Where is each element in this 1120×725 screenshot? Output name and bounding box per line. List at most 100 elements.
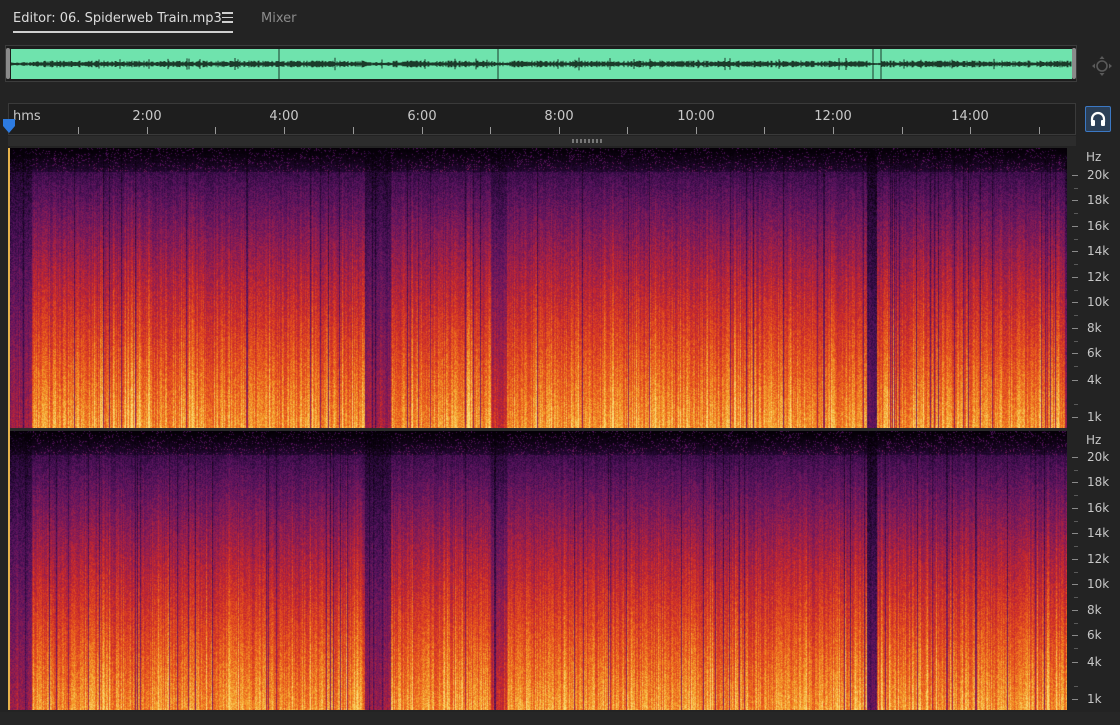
frequency-tick	[1072, 200, 1078, 201]
frequency-label: 18k	[1087, 475, 1110, 489]
frequency-tick	[1072, 226, 1078, 227]
frequency-tick	[1072, 457, 1078, 458]
frequency-minor-tick	[1074, 341, 1078, 342]
frequency-unit-label: Hz	[1086, 433, 1102, 447]
frequency-label: 4k	[1087, 655, 1102, 669]
frequency-minor-tick	[1074, 521, 1078, 522]
overview-left-handle[interactable]	[6, 48, 10, 79]
frequency-minor-tick	[1074, 470, 1078, 471]
frequency-minor-tick	[1074, 495, 1078, 496]
frequency-tick	[1072, 584, 1078, 585]
frequency-tick	[1072, 251, 1078, 252]
frequency-label: 1k	[1087, 692, 1102, 706]
frequency-minor-tick	[1074, 623, 1078, 624]
frequency-tick	[1072, 277, 1078, 278]
ruler-label: 12:00	[814, 109, 852, 124]
frequency-unit-label: Hz	[1086, 150, 1102, 164]
time-ruler[interactable]: hms 2:00 4:00 6:00 8:00 10:00 12:00 14:0…	[8, 103, 1076, 135]
panel-splitter[interactable]	[8, 136, 1076, 146]
frequency-tick	[1072, 559, 1078, 560]
frequency-minor-tick	[1074, 597, 1078, 598]
frequency-tick	[1072, 417, 1078, 418]
ruler-label: 2:00	[132, 109, 162, 124]
frequency-minor-tick	[1074, 315, 1078, 316]
overview-waveform[interactable]	[5, 45, 1077, 82]
frequency-minor-tick	[1074, 546, 1078, 547]
overview-right-handle[interactable]	[1072, 48, 1076, 79]
frequency-tick	[1072, 380, 1078, 381]
frequency-label: 14k	[1087, 526, 1110, 540]
frequency-minor-tick	[1074, 648, 1078, 649]
ruler-label: 10:00	[677, 109, 715, 124]
overview-waveform-graphic	[10, 49, 1072, 79]
frequency-label: 8k	[1087, 321, 1102, 335]
spectrogram-canvas	[10, 431, 1067, 710]
frequency-tick	[1072, 302, 1078, 303]
frequency-tick	[1072, 508, 1078, 509]
ruler-label: 8:00	[544, 109, 574, 124]
ruler-tick	[78, 127, 79, 134]
frequency-tick	[1072, 353, 1078, 354]
ruler-tick	[284, 127, 285, 134]
ruler-label: 6:00	[407, 109, 437, 124]
frequency-label: 4k	[1087, 373, 1102, 387]
frequency-label: 6k	[1087, 346, 1102, 360]
ruler-tick	[147, 127, 148, 134]
bottom-scroll-area[interactable]	[0, 712, 1120, 725]
ruler-tick	[490, 127, 491, 134]
headphones-icon[interactable]	[1085, 106, 1111, 132]
tab-mixer[interactable]: Mixer	[261, 11, 296, 26]
frequency-minor-tick	[1074, 213, 1078, 214]
frequency-label: 14k	[1087, 244, 1110, 258]
frequency-label: 16k	[1087, 501, 1110, 515]
frequency-minor-tick	[1074, 366, 1078, 367]
frequency-tick	[1072, 699, 1078, 700]
ruler-tick	[1039, 127, 1040, 134]
frequency-minor-tick	[1074, 239, 1078, 240]
frequency-tick	[1072, 662, 1078, 663]
frequency-label: 12k	[1087, 270, 1110, 284]
frequency-label: 12k	[1087, 552, 1110, 566]
frequency-label: 18k	[1087, 193, 1110, 207]
editor-tab-bar: Editor: 06. Spiderweb Train.mp3 Mixer	[0, 0, 1120, 40]
frequency-tick	[1072, 635, 1078, 636]
splitter-grip[interactable]	[572, 139, 602, 143]
frequency-tick	[1072, 533, 1078, 534]
ruler-tick	[696, 127, 697, 134]
frequency-label: 20k	[1087, 168, 1110, 182]
frequency-tick	[1072, 328, 1078, 329]
playhead-marker-icon[interactable]	[2, 118, 16, 134]
frequency-label: 16k	[1087, 219, 1110, 233]
ruler-tick	[422, 127, 423, 134]
spectrogram-channel-right[interactable]	[10, 431, 1067, 710]
ruler-tick	[833, 127, 834, 134]
frequency-label: 8k	[1087, 603, 1102, 617]
frequency-scale-left: Hz 20k 18k 16k 14k 12k 10k 8k 6k 4k 1k	[1068, 148, 1120, 428]
frequency-label: 20k	[1087, 450, 1110, 464]
spectrogram-channel-left[interactable]	[10, 148, 1067, 428]
frequency-minor-tick	[1074, 188, 1078, 189]
frequency-minor-tick	[1074, 264, 1078, 265]
frequency-tick	[1072, 482, 1078, 483]
frequency-label: 6k	[1087, 628, 1102, 642]
active-tab-indicator	[13, 31, 233, 33]
ruler-tick	[970, 127, 971, 134]
frequency-minor-tick	[1074, 404, 1078, 405]
frequency-minor-tick	[1074, 686, 1078, 687]
frequency-label: 10k	[1087, 295, 1110, 309]
ruler-tick	[215, 127, 216, 134]
ruler-label: 4:00	[269, 109, 299, 124]
ruler-tick	[764, 127, 765, 134]
ruler-label: 14:00	[951, 109, 989, 124]
hamburger-menu-icon[interactable]	[222, 12, 233, 23]
frequency-minor-tick	[1074, 572, 1078, 573]
ruler-tick	[559, 127, 560, 134]
tab-editor[interactable]: Editor: 06. Spiderweb Train.mp3	[13, 11, 222, 26]
ruler-unit-label: hms	[13, 109, 41, 124]
overview-waveform-track[interactable]	[10, 49, 1072, 79]
frequency-scale-right: Hz 20k 18k 16k 14k 12k 10k 8k 6k 4k 1k	[1068, 431, 1120, 710]
frequency-tick	[1072, 610, 1078, 611]
ruler-tick	[353, 127, 354, 134]
zoom-navigator-icon[interactable]	[1090, 54, 1114, 78]
frequency-minor-tick	[1074, 290, 1078, 291]
